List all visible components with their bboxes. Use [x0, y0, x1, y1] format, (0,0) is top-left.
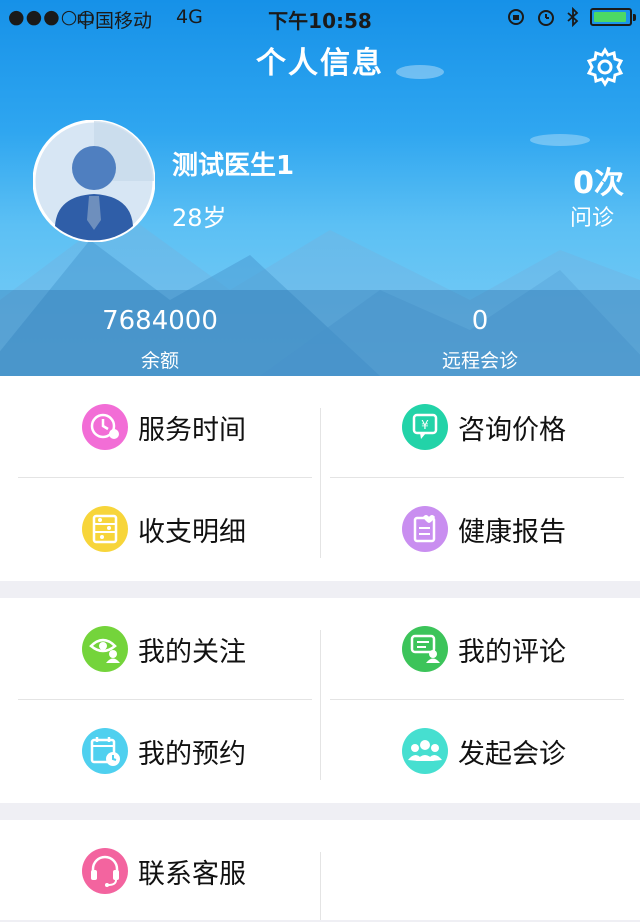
menu-item-start-consult[interactable]: 发起会诊	[320, 700, 640, 802]
bluetooth-icon	[567, 7, 579, 27]
calendar-clock-icon	[82, 728, 128, 774]
gear-icon[interactable]	[584, 46, 626, 88]
group-icon	[402, 728, 448, 774]
menu-item-contact-service[interactable]: 联系客服	[0, 820, 320, 922]
menu-item-my-appointment[interactable]: 我的预约	[0, 700, 320, 802]
balance-label: 余额	[140, 350, 179, 372]
menu-item-my-follow[interactable]: 我的关注	[0, 598, 320, 700]
consult-count: 0次	[573, 166, 624, 201]
rotation-lock-icon	[508, 9, 524, 25]
remote-consult-label: 远程会诊	[441, 350, 518, 372]
menu-label: 收支明细	[138, 517, 246, 548]
doctor-age: 28岁	[172, 204, 227, 232]
eye-user-icon	[82, 626, 128, 672]
page-title: 个人信息	[256, 46, 384, 81]
menu-label: 我的预约	[138, 739, 246, 770]
balance-value: 7684000	[102, 306, 218, 336]
menu-item-my-comment[interactable]: 我的评论	[320, 598, 640, 700]
menu-section-3: 联系客服	[0, 820, 640, 920]
remote-consult-value: 0	[471, 306, 489, 336]
stats-band: 7684000 余额 0 远程会诊	[0, 290, 640, 376]
consult-label: 问诊	[569, 206, 614, 231]
report-icon	[402, 506, 448, 552]
menu-item-income-detail[interactable]: 收支明细	[0, 478, 320, 580]
price-tag-icon: ¥	[402, 404, 448, 450]
menu-section-1: 服务时间 ¥ 咨询价格 收支明细 健康报告	[0, 376, 640, 581]
menu-label: 咨询价格	[458, 415, 566, 446]
menu-label: 我的评论	[458, 637, 566, 668]
alarm-icon	[538, 10, 554, 26]
menu-section-2: 我的关注 我的评论 我的预约 发起会诊	[0, 598, 640, 803]
doctor-name: 测试医生1	[172, 151, 295, 181]
battery-icon	[590, 8, 636, 26]
menu-item-consult-price[interactable]: ¥ 咨询价格	[320, 376, 640, 478]
divider	[320, 852, 321, 920]
menu-label: 发起会诊	[458, 739, 566, 770]
avatar[interactable]	[33, 120, 155, 242]
profile-header: ●●●○○ 中国移动 4G 下午10:58 个人信息 测试医生1 28岁 0次 …	[0, 0, 640, 376]
comment-user-icon	[402, 626, 448, 672]
headset-icon	[82, 848, 128, 894]
menu-label: 健康报告	[458, 517, 566, 548]
clock-icon	[82, 404, 128, 450]
menu-label: 服务时间	[138, 415, 246, 446]
menu-label: 我的关注	[138, 637, 246, 668]
status-bar: ●●●○○ 中国移动 4G 下午10:58	[0, 0, 640, 36]
menu-label: 联系客服	[138, 859, 246, 890]
menu-item-service-time[interactable]: 服务时间	[0, 376, 320, 478]
status-icons	[506, 7, 636, 27]
abacus-icon	[82, 506, 128, 552]
menu-item-health-report[interactable]: 健康报告	[320, 478, 640, 580]
svg-text:¥: ¥	[421, 418, 429, 432]
